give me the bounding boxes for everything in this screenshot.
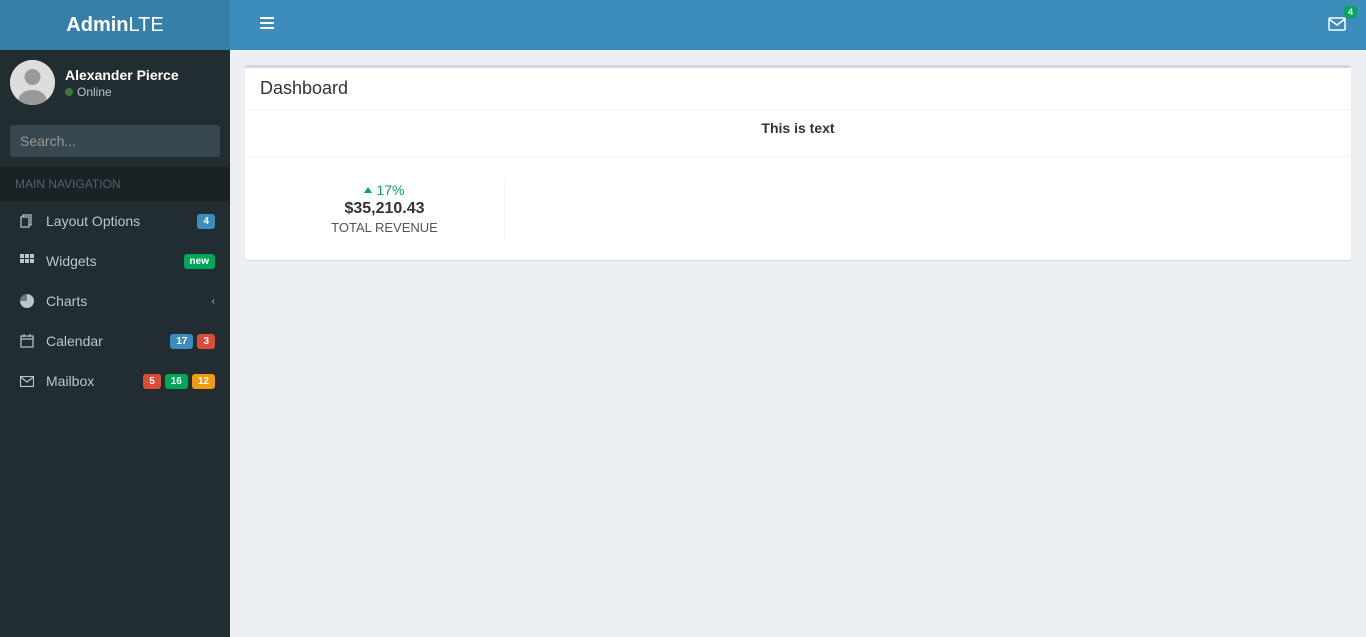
pie-chart-icon xyxy=(18,294,36,308)
brand-bold: Admin xyxy=(66,14,128,36)
nav-header: MAIN NAVIGATION xyxy=(0,167,230,201)
badge: 12 xyxy=(192,374,215,389)
stat-label: TOTAL REVENUE xyxy=(265,220,504,235)
menu-label: Charts xyxy=(46,293,202,309)
badge: 16 xyxy=(165,374,188,389)
page-title: Dashboard xyxy=(245,68,1351,110)
user-status[interactable]: Online xyxy=(65,85,179,99)
page-subtitle: This is text xyxy=(245,110,1351,157)
menu-layout-options[interactable]: Layout Options 4 xyxy=(0,201,230,241)
sidebar-search xyxy=(10,125,220,157)
menu-charts[interactable]: Charts ‹ xyxy=(0,281,230,321)
search-button[interactable] xyxy=(211,125,220,157)
files-icon xyxy=(18,214,36,228)
caret-up-icon xyxy=(364,187,372,193)
box-body: 17% $35,210.43 TOTAL REVENUE xyxy=(245,157,1351,260)
hamburger-icon xyxy=(260,16,274,30)
envelope-icon xyxy=(1328,17,1346,31)
status-dot-icon xyxy=(65,88,73,96)
dashboard-box: Dashboard This is text 17% $35,210.43 TO… xyxy=(245,65,1351,260)
badge: 5 xyxy=(143,374,161,389)
sidebar-toggle-button[interactable] xyxy=(245,1,289,50)
badge: 17 xyxy=(170,334,193,349)
calendar-icon xyxy=(18,334,36,348)
menu-label: Calendar xyxy=(46,333,160,349)
menu-widgets[interactable]: Widgets new xyxy=(0,241,230,281)
main-header: AdminLTE 4 xyxy=(0,0,1366,50)
badge: 4 xyxy=(197,214,215,229)
grid-icon xyxy=(18,254,36,268)
menu-mailbox[interactable]: Mailbox 5 16 12 xyxy=(0,361,230,401)
menu-label: Widgets xyxy=(46,253,174,269)
brand-light: LTE xyxy=(129,14,164,36)
sidebar-menu: Layout Options 4 Widgets new Charts ‹ Ca… xyxy=(0,201,230,401)
user-avatar[interactable] xyxy=(10,60,55,105)
menu-calendar[interactable]: Calendar 17 3 xyxy=(0,321,230,361)
navbar-right: 4 xyxy=(1323,10,1351,41)
user-name: Alexander Pierce xyxy=(65,67,179,83)
badge: new xyxy=(184,254,215,269)
envelope-icon xyxy=(18,376,36,387)
content-wrapper: Dashboard This is text 17% $35,210.43 TO… xyxy=(230,50,1366,275)
user-info: Alexander Pierce Online xyxy=(65,67,179,99)
badge: 3 xyxy=(197,334,215,349)
chevron-left-icon: ‹ xyxy=(212,296,215,307)
messages-button[interactable]: 4 xyxy=(1323,10,1351,41)
stat-block-revenue: 17% $35,210.43 TOTAL REVENUE xyxy=(265,177,505,240)
brand-logo[interactable]: AdminLTE xyxy=(0,0,230,50)
top-navbar: 4 xyxy=(230,0,1366,50)
menu-label: Layout Options xyxy=(46,213,187,229)
user-panel: Alexander Pierce Online xyxy=(0,50,230,115)
stat-percent-value: 17% xyxy=(376,182,404,198)
sidebar: Alexander Pierce Online MAIN NAVIGATION … xyxy=(0,50,230,637)
menu-label: Mailbox xyxy=(46,373,133,389)
stat-value: $35,210.43 xyxy=(265,200,504,218)
user-status-text: Online xyxy=(77,85,112,99)
stat-percent: 17% xyxy=(265,182,504,198)
search-input[interactable] xyxy=(10,125,211,157)
messages-badge: 4 xyxy=(1344,6,1357,18)
